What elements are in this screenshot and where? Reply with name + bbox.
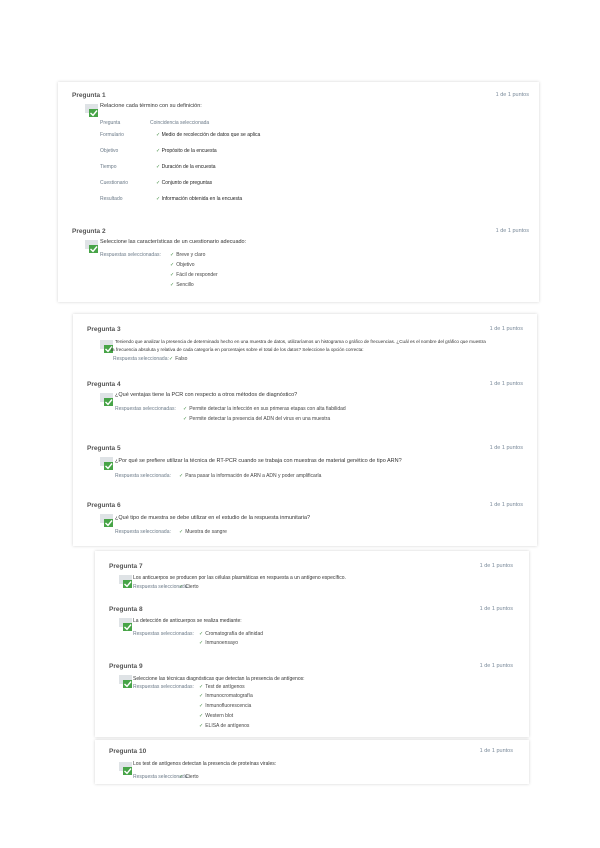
answer-label: Respuesta seleccionada: [113,356,169,362]
question-points: 1 de 1 puntos [489,445,523,451]
column-header-match: Coincidencia seleccionada [150,120,210,126]
question-points: 1 de 1 puntos [489,326,523,332]
selected-option: ✓ Fácil de responder [170,272,218,278]
match-answer: ✓ Información obtenida en la encuesta [156,196,243,202]
question-title: Pregunta 6 [87,502,121,509]
term-label: Cuestionario [100,180,129,186]
answer-label: Respuestas seleccionadas: [133,684,194,690]
quiz-panel-1: Pregunta 1 1 de 1 puntos Relacione cada … [58,82,539,302]
match-answer: ✓ Duración de la encuesta [156,164,216,170]
question-points: 1 de 1 puntos [479,663,513,669]
match-answer: ✓ Propósito de la encuesta [156,148,217,154]
column-header-question: Pregunta [100,120,121,126]
question-prompt: Los test de antígenos detectan la presen… [133,761,277,767]
correct-check-icon [119,618,133,632]
selected-answer: ✓ Muestra de sangre [179,529,227,535]
question-prompt: Seleccione las características de un cue… [100,239,247,245]
quiz-panel-4: Pregunta 10 1 de 1 puntos Los test de an… [95,740,529,784]
question-prompt-line-1: Teniendo que analizar la presencia de de… [115,339,486,344]
selected-option: ✓ Permite detectar la presencia del ADN d… [183,416,331,422]
answer-label: Respuesta seleccionada: [115,473,171,479]
question-title: Pregunta 1 [72,92,106,99]
term-label: Objetivo [100,148,119,154]
question-prompt: ¿Por qué se prefiere utilizar la técnica… [115,458,402,464]
question-points: 1 de 1 puntos [495,92,529,98]
match-answer: ✓ Medio de recolección de datos que se a… [156,132,261,138]
selected-option: ✓ Inmunocromatografía [199,693,253,699]
correct-check-icon [85,104,99,118]
question-points: 1 de 1 puntos [479,606,513,612]
question-title: Pregunta 8 [109,606,143,613]
quiz-panel-2: Pregunta 3 1 de 1 puntos Teniendo que an… [73,314,537,546]
term-label: Resultado [100,196,123,202]
question-prompt: Los anticuerpos se producen por las célu… [133,575,346,581]
selected-option: ✓ Breve y claro [170,252,206,258]
correct-check-icon [100,457,114,471]
question-points: 1 de 1 puntos [489,381,523,387]
term-label: Formulario [100,132,124,138]
term-label: Tiempo [100,164,117,170]
question-title: Pregunta 3 [87,326,121,333]
selected-answer: ✓ Para pasar la información de ARN a ADN … [179,473,322,479]
question-title: Pregunta 10 [109,748,147,755]
selected-option: ✓ Western blot [199,713,234,719]
question-title: Pregunta 7 [109,563,143,570]
selected-option: ✓ ELISA de antígenos [199,723,250,729]
selected-answer: ✓ Cierto [179,584,199,590]
question-prompt: La detección de anticuerpos se realiza m… [133,618,242,624]
question-title: Pregunta 4 [87,381,121,388]
correct-check-icon [85,240,99,254]
correct-check-icon [100,514,114,528]
question-title: Pregunta 2 [72,228,106,235]
question-points: 1 de 1 puntos [479,748,513,754]
selected-option: ✓ Inmunofluorescencia [199,703,252,709]
question-title: Pregunta 9 [109,663,143,670]
answer-label: Respuestas seleccionadas: [115,406,176,412]
question-title: Pregunta 5 [87,445,121,452]
answer-label: Respuestas seleccionadas: [100,252,161,258]
question-prompt: Relacione cada término con su definición… [100,103,202,109]
correct-check-icon [119,675,133,689]
correct-check-icon [100,393,114,407]
selected-option: ✓ Objetivo [170,262,195,268]
question-prompt-line-2: la frecuencia absoluta y relativa de cad… [111,347,364,352]
selected-option: ✓ Permite detectar la infección en sus pr… [183,406,346,412]
selected-option: ✓ Inmunoensayo [199,640,239,646]
selected-option: ✓ Test de antígenos [199,684,245,690]
answer-label: Respuesta seleccionada: [115,529,171,535]
quiz-panel-3: Pregunta 7 1 de 1 puntos Los anticuerpos… [95,551,529,737]
question-points: 1 de 1 puntos [489,502,523,508]
question-prompt: ¿Qué tipo de muestra se debe utilizar en… [115,515,311,521]
question-prompt: ¿Qué ventajas tiene la PCR con respecto … [115,392,298,398]
question-prompt: Seleccione las técnicas diagnósticas que… [133,676,305,682]
selected-answer: ✓ Cierto [179,774,199,780]
selected-option: ✓ Sencillo [170,282,194,288]
selected-answer: ✓ Falso [169,356,188,362]
correct-check-icon [119,762,133,776]
selected-option: ✓ Cromatografía de afinidad [199,631,264,637]
answer-label: Respuestas seleccionadas: [133,631,194,637]
question-points: 1 de 1 puntos [479,563,513,569]
match-answer: ✓ Conjunto de preguntas [156,180,213,186]
question-points: 1 de 1 puntos [495,228,529,234]
correct-check-icon [119,575,133,589]
